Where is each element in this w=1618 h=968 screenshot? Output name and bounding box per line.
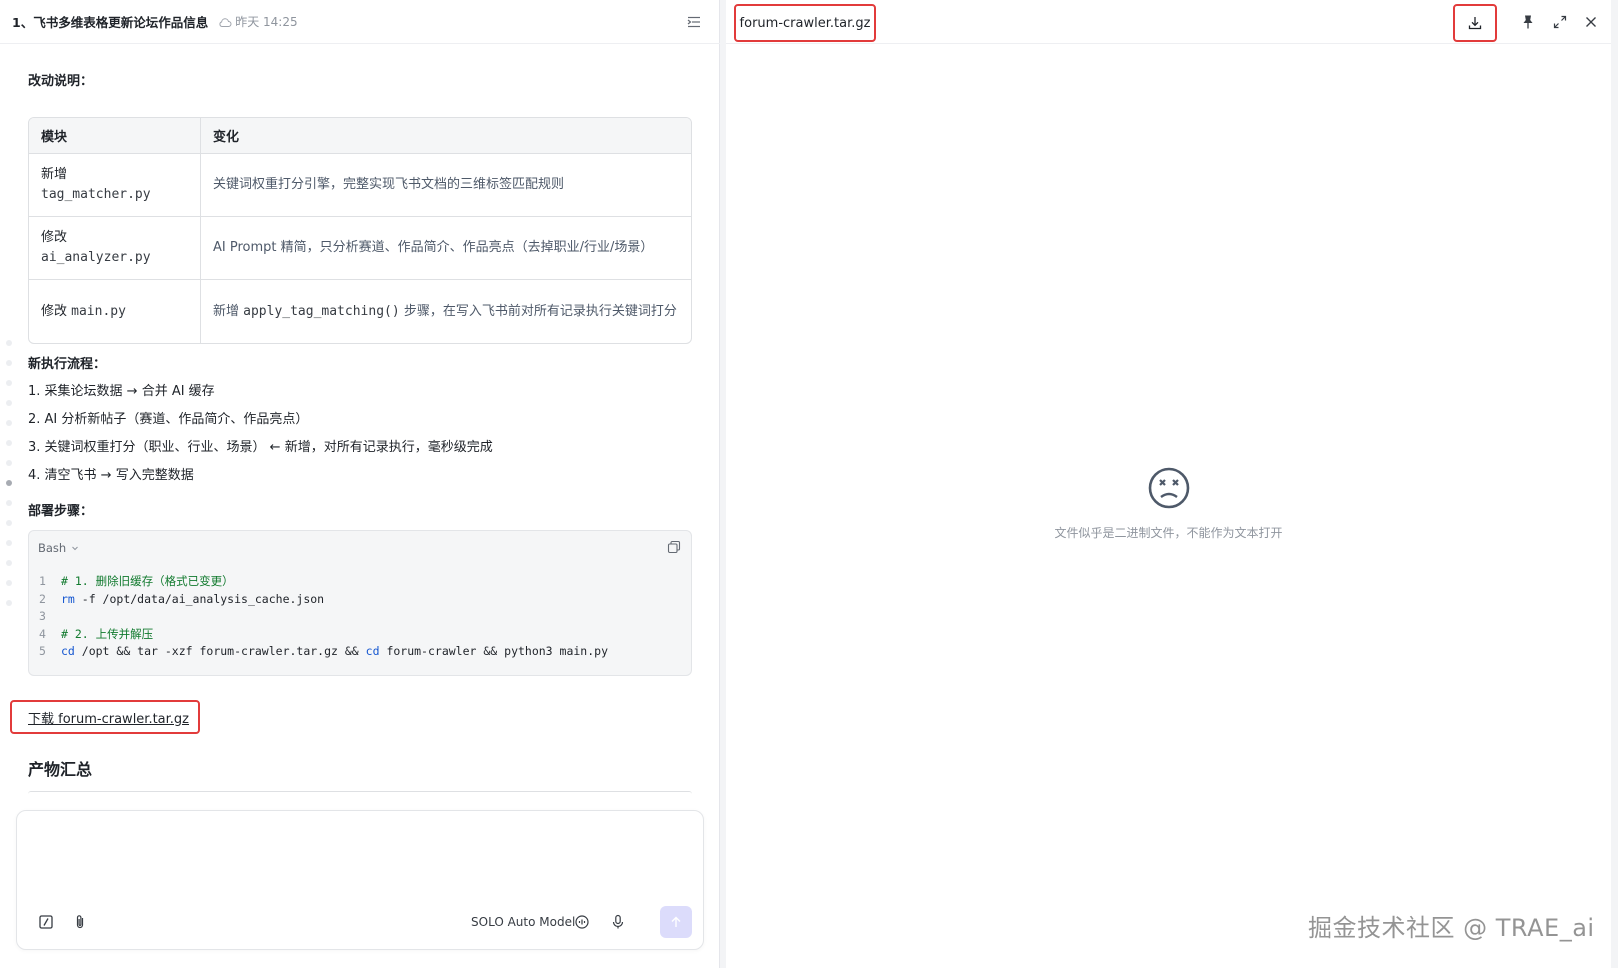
table-row: 新增 tag_matcher.py 关键词权重打分引擎，完整实现飞书文档的三维标… bbox=[29, 154, 691, 217]
copy-icon[interactable] bbox=[667, 540, 681, 554]
row-action: 修改 bbox=[41, 230, 68, 245]
conversation-time: 昨天 14:25 bbox=[235, 15, 298, 29]
row-file: ai_analyzer.py bbox=[41, 250, 151, 265]
collapse-panel-icon[interactable] bbox=[686, 14, 702, 30]
message-scroll-indicator[interactable] bbox=[6, 340, 16, 620]
code-lines: 1 # 1. 删除旧缓存（格式已变更） 2 rm -f /opt/data/ai_a… bbox=[39, 573, 608, 661]
code-line: 5 cd /opt && tar -xzf forum-crawler.tar.g… bbox=[39, 644, 608, 658]
table-header-change: 变化 bbox=[201, 118, 691, 154]
chat-panel: 1、飞书多维表格更新论坛作品信息 昨天 14:25 改动说明： 模块 变化 新增… bbox=[0, 0, 720, 968]
pin-icon bbox=[1523, 15, 1533, 29]
list-item: 2. AI 分析新帖子（赛道、作品简介、作品亮点） bbox=[28, 412, 309, 427]
arrow-up-icon bbox=[671, 916, 681, 927]
pin-button[interactable] bbox=[1519, 13, 1537, 31]
chevron-down-icon bbox=[72, 546, 79, 551]
summary-heading: 产物汇总 bbox=[28, 760, 93, 779]
table-row: 修改 ai_analyzer.py AI Prompt 精简，只分析赛道、作品简… bbox=[29, 217, 691, 280]
table-header-row: 模块 变化 bbox=[29, 118, 691, 154]
expand-icon bbox=[1553, 15, 1567, 29]
row-description-text: 新增 bbox=[213, 303, 244, 319]
row-description-text: 步骤，在写入飞书前对所有记录执行关键词打分 bbox=[399, 303, 677, 319]
slash-command-icon[interactable] bbox=[37, 913, 55, 931]
model-selector[interactable]: SOLO Auto Model bbox=[471, 915, 575, 929]
row-file: tag_matcher.py bbox=[41, 187, 151, 202]
close-button[interactable] bbox=[1582, 13, 1600, 31]
cloud-icon bbox=[219, 17, 232, 27]
changes-heading: 改动说明： bbox=[28, 74, 94, 89]
file-preview-panel: forum-crawler.tar.gz 文件似乎是二进制文件，不能作为文本打开 bbox=[726, 0, 1611, 968]
watermark: 掘金技术社区 @ TRAE_ai bbox=[1308, 914, 1595, 942]
file-tab[interactable]: forum-crawler.tar.gz bbox=[734, 4, 876, 42]
row-action: 新增 bbox=[41, 167, 68, 182]
file-preview-header: forum-crawler.tar.gz bbox=[726, 0, 1611, 44]
flow-heading: 新执行流程： bbox=[28, 357, 107, 372]
conversation-meta: 昨天 14:25 bbox=[218, 13, 298, 30]
language-label: Bash bbox=[38, 541, 67, 555]
flow-steps: 1. 采集论坛数据 → 合并 AI 缓存 2. AI 分析新帖子（赛道、作品简介… bbox=[28, 378, 493, 490]
binary-file-empty-state: 文件似乎是二进制文件，不能作为文本打开 bbox=[726, 466, 1611, 541]
attachment-icon[interactable] bbox=[71, 913, 89, 931]
code-line: 3 bbox=[39, 609, 46, 623]
table-header-module: 模块 bbox=[29, 118, 201, 154]
conversation-title: 1、飞书多维表格更新论坛作品信息 bbox=[12, 15, 209, 30]
expand-button[interactable] bbox=[1551, 13, 1569, 31]
table-row: 修改 main.py 新增 apply_tag_matching() 步骤，在写… bbox=[29, 280, 691, 343]
list-item: 4. 清空飞书 → 写入完整数据 bbox=[28, 468, 194, 483]
code-line: 1 # 1. 删除旧缓存（格式已变更） bbox=[39, 574, 234, 588]
deploy-heading: 部署步骤： bbox=[28, 504, 94, 519]
language-selector[interactable]: Bash bbox=[38, 541, 80, 555]
download-icon bbox=[1468, 17, 1482, 30]
changes-table: 模块 变化 新增 tag_matcher.py 关键词权重打分引擎，完整实现飞书… bbox=[28, 117, 692, 344]
code-line: 2 rm -f /opt/data/ai_analysis_cache.json bbox=[39, 591, 325, 606]
send-button[interactable] bbox=[660, 906, 692, 938]
row-action: 修改 bbox=[41, 303, 68, 319]
code-block: Bash 1 # 1. 删除旧缓存（格式已变更） 2 rm -f /opt/data… bbox=[28, 530, 692, 676]
voice-chat-icon[interactable] bbox=[573, 913, 591, 931]
dizzy-face-icon bbox=[1148, 467, 1189, 509]
row-description: 关键词权重打分引擎，完整实现飞书文档的三维标签匹配规则 bbox=[201, 154, 691, 217]
list-item: 3. 关键词权重打分（职业、行业、场景） ← 新增，对所有记录执行，毫秒级完成 bbox=[28, 440, 493, 455]
conversation-header: 1、飞书多维表格更新论坛作品信息 昨天 14:25 bbox=[0, 0, 720, 44]
microphone-icon[interactable] bbox=[609, 913, 627, 931]
empty-state-message: 文件似乎是二进制文件，不能作为文本打开 bbox=[1054, 526, 1283, 540]
list-item: 1. 采集论坛数据 → 合并 AI 缓存 bbox=[28, 384, 215, 399]
row-file: main.py bbox=[71, 303, 126, 319]
row-description: AI Prompt 精简，只分析赛道、作品简介、作品亮点（去掉职业/行业/场景） bbox=[201, 217, 691, 280]
download-link[interactable]: 下载 forum-crawler.tar.gz bbox=[10, 700, 200, 734]
close-icon bbox=[1586, 17, 1596, 27]
download-button[interactable] bbox=[1453, 4, 1497, 42]
inline-code: apply_tag_matching() bbox=[243, 303, 400, 319]
row-description: 新增 apply_tag_matching() 步骤，在写入飞书前对所有记录执行… bbox=[201, 280, 691, 343]
chat-input-box[interactable]: SOLO Auto Model bbox=[16, 810, 704, 950]
code-line: 4 # 2. 上传并解压 bbox=[39, 626, 154, 641]
summary-table-edge bbox=[28, 791, 692, 794]
